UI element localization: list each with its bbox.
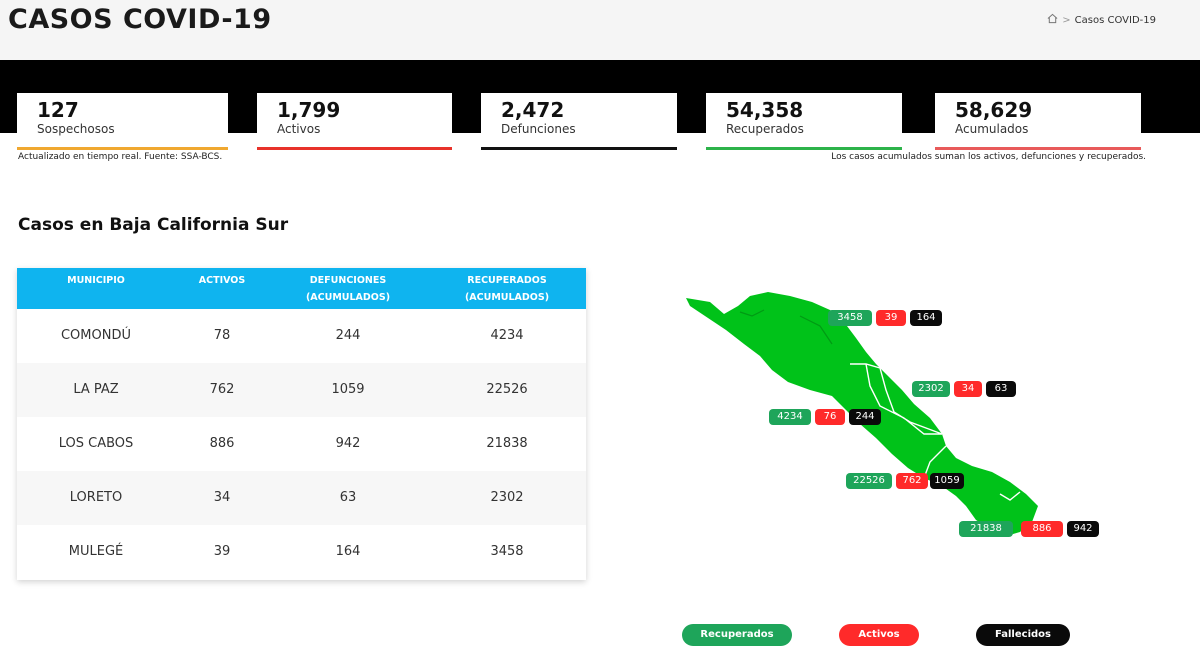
cell-municipio: LA PAZ [73, 382, 119, 397]
page-header: CASOS COVID-19 > Casos COVID-19 [0, 0, 1200, 60]
map-badge-recuperados-loreto: 2302 [912, 381, 950, 397]
cell-activos: 886 [209, 436, 235, 451]
stat-value: 54,358 [726, 98, 804, 122]
map-badge-recuperados-mulege: 3458 [828, 310, 872, 326]
map-badge-fallecidos-loreto: 63 [986, 381, 1016, 397]
table-row: LORETO 34 63 2302 [17, 471, 586, 525]
stat-value: 1,799 [277, 98, 341, 122]
map-badge-fallecidos-mulege: 164 [910, 310, 942, 326]
table-header: MUNICIPIO ACTIVOS DEFUNCIONES (ACUMULADO… [17, 268, 586, 309]
stat-label: Recuperados [726, 122, 804, 136]
cell-defunciones: 942 [335, 436, 361, 451]
map-badge-fallecidos-loscabos: 942 [1067, 521, 1099, 537]
table-row: LA PAZ 762 1059 22526 [17, 363, 586, 417]
cell-recuperados: 3458 [490, 544, 524, 559]
stat-card-recuperados: 54,358 Recuperados [706, 93, 902, 150]
breadcrumb-separator: > [1062, 14, 1071, 26]
legend-recuperados: Recuperados [682, 624, 792, 646]
cell-municipio: LOS CABOS [58, 436, 134, 451]
table-row: LOS CABOS 886 942 21838 [17, 417, 586, 471]
header-defunciones: DEFUNCIONES (ACUMULADOS) [279, 272, 417, 306]
map-badge-activos-comondu: 76 [815, 409, 845, 425]
cell-activos: 78 [213, 328, 231, 343]
stat-value: 2,472 [501, 98, 565, 122]
legend-activos: Activos [839, 624, 919, 646]
map-badge-recuperados-lapaz: 22526 [846, 473, 892, 489]
stat-card-acumulados: 58,629 Acumulados [935, 93, 1141, 150]
map-badge-activos-lapaz: 762 [896, 473, 928, 489]
bcs-map-shape [686, 292, 1038, 536]
stat-card-defunciones: 2,472 Defunciones [481, 93, 677, 150]
cell-defunciones: 164 [335, 544, 361, 559]
stat-card-sospechosos: 127 Sospechosos [17, 93, 228, 150]
cell-municipio: MULEGÉ [68, 544, 124, 559]
cell-defunciones: 244 [335, 328, 361, 343]
cell-defunciones: 1059 [331, 382, 365, 397]
update-note: Actualizado en tiempo real. Fuente: SSA-… [18, 152, 223, 162]
header-municipio: MUNICIPIO [67, 275, 125, 286]
home-icon[interactable] [1047, 13, 1058, 27]
accumulated-note: Los casos acumulados suman los activos, … [831, 152, 1146, 162]
legend-fallecidos: Fallecidos [976, 624, 1070, 646]
map-badge-fallecidos-comondu: 244 [849, 409, 881, 425]
stat-label: Defunciones [501, 122, 576, 136]
breadcrumb: > Casos COVID-19 [1047, 13, 1156, 27]
map-badge-fallecidos-lapaz: 1059 [930, 473, 964, 489]
map-badge-recuperados-loscabos: 21838 [959, 521, 1013, 537]
cell-activos: 39 [213, 544, 231, 559]
cell-activos: 34 [213, 490, 231, 505]
cell-recuperados: 21838 [486, 436, 528, 451]
section-title: Casos en Baja California Sur [18, 215, 289, 235]
cell-municipio: COMONDÚ [60, 328, 131, 343]
bcs-map [680, 286, 1150, 556]
table-row: COMONDÚ 78 244 4234 [17, 309, 586, 363]
stat-value: 58,629 [955, 98, 1033, 122]
cell-recuperados: 22526 [486, 382, 528, 397]
header-defunciones-line1: DEFUNCIONES [309, 275, 387, 286]
stat-label: Acumulados [955, 122, 1029, 136]
stat-card-activos: 1,799 Activos [257, 93, 452, 150]
map-badge-activos-mulege: 39 [876, 310, 906, 326]
stat-value: 127 [37, 98, 79, 122]
cell-defunciones: 63 [339, 490, 357, 505]
header-defunciones-line2: (ACUMULADOS) [305, 292, 391, 303]
header-recuperados-line2: (ACUMULADOS) [464, 292, 550, 303]
cell-municipio: LORETO [69, 490, 123, 505]
header-recuperados: RECUPERADOS (ACUMULADOS) [437, 272, 577, 306]
breadcrumb-current: Casos COVID-19 [1074, 14, 1156, 26]
map-badge-activos-loscabos: 886 [1021, 521, 1063, 537]
cell-recuperados: 2302 [490, 490, 524, 505]
table-row: MULEGÉ 39 164 3458 [17, 525, 586, 579]
page-title: CASOS COVID-19 [8, 4, 272, 35]
cell-recuperados: 4234 [490, 328, 524, 343]
cases-table: MUNICIPIO ACTIVOS DEFUNCIONES (ACUMULADO… [17, 268, 586, 580]
stat-label: Activos [277, 122, 321, 136]
cell-activos: 762 [209, 382, 235, 397]
stat-label: Sospechosos [37, 122, 115, 136]
map-badge-activos-loreto: 34 [954, 381, 982, 397]
map-badge-recuperados-comondu: 4234 [769, 409, 811, 425]
header-recuperados-line1: RECUPERADOS [467, 275, 547, 286]
header-activos: ACTIVOS [198, 275, 246, 286]
